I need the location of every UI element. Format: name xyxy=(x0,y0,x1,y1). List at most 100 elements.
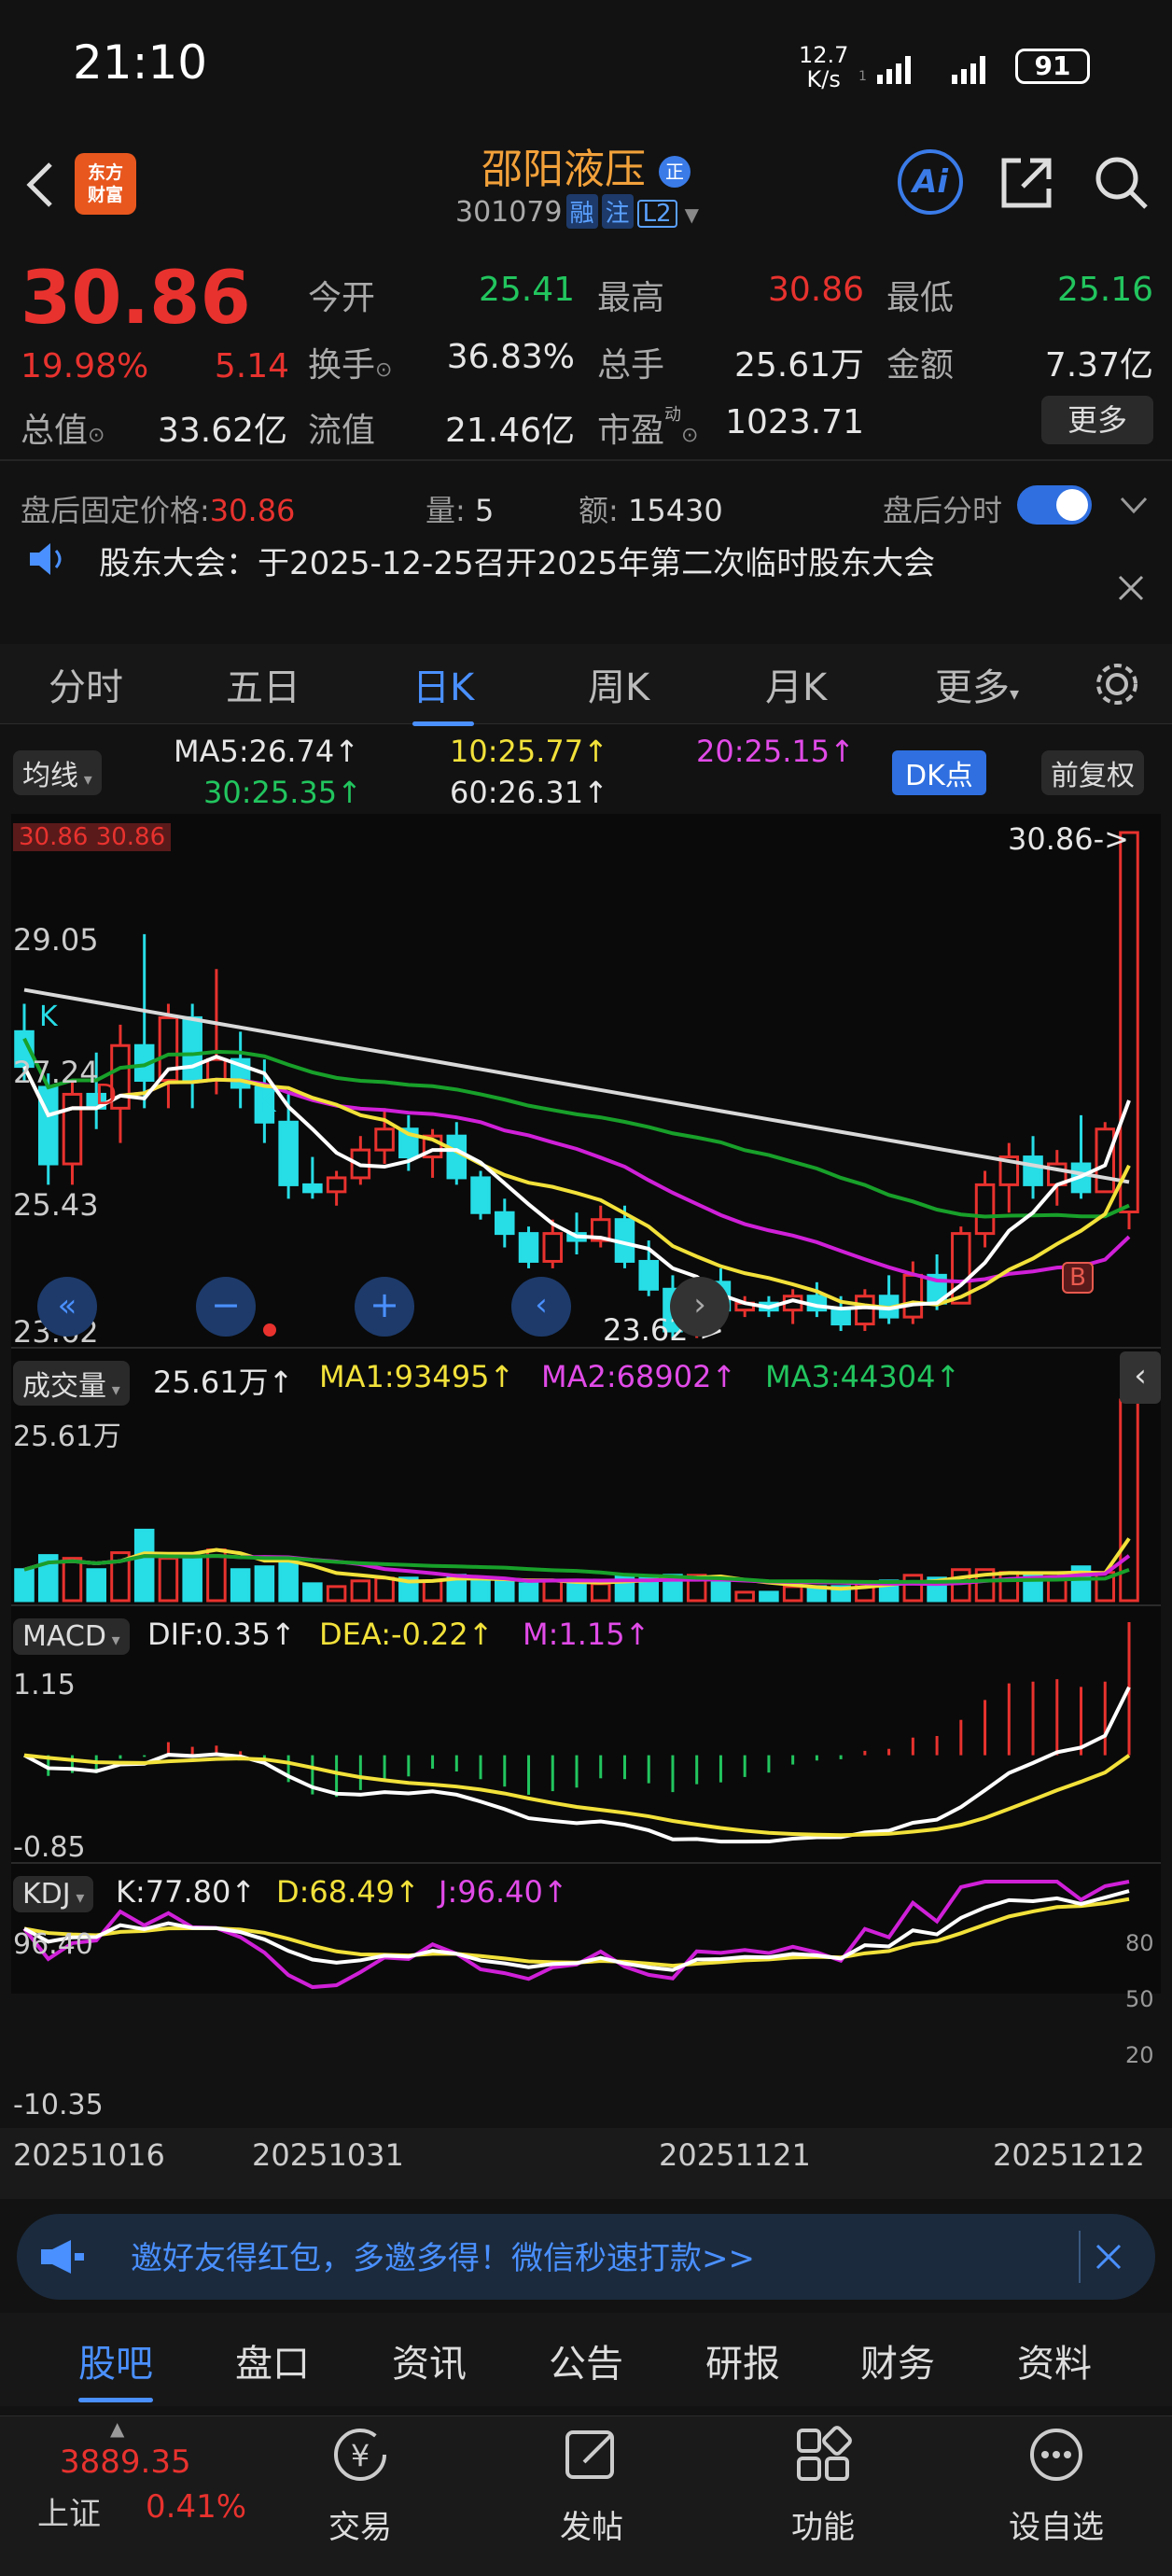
kdj-j: J:96.40↑ xyxy=(439,1874,568,1910)
megaphone-icon xyxy=(41,2240,84,2274)
zoom-out-icon[interactable]: − xyxy=(196,1277,256,1337)
notice-text[interactable]: 股东大会：于2025-12-25召开2025年第二次临时股东大会 xyxy=(99,538,935,583)
stock-name: 邵阳液压 xyxy=(481,146,646,193)
macd-selector[interactable]: MACD ▾ xyxy=(13,1618,130,1655)
tab-research[interactable]: 研报 xyxy=(705,2333,780,2387)
settings-gear-icon[interactable] xyxy=(1092,659,1142,709)
tab-weekly-k[interactable]: 周K xyxy=(588,657,649,711)
volume-bar xyxy=(230,1568,251,1603)
after-hours-price-label: 盘后固定价格: xyxy=(21,493,210,528)
tab-timeshare[interactable]: 分时 xyxy=(49,657,123,711)
functions-button[interactable]: 功能 xyxy=(748,2501,898,2547)
amount-value: 7.37亿 xyxy=(1044,346,1153,385)
kdj-selector[interactable]: KDJ ▾ xyxy=(13,1876,94,1912)
yen-circle-icon[interactable]: ¥ xyxy=(330,2425,390,2485)
tab-forum[interactable]: 股吧 xyxy=(78,2333,153,2402)
tab-orderbook[interactable]: 盘口 xyxy=(235,2333,310,2387)
price-label-3: 25.43 xyxy=(13,1187,99,1223)
scroll-left-fast-icon[interactable]: « xyxy=(37,1277,97,1337)
note-tag: 注 xyxy=(601,194,634,229)
caret-up-icon: ▲ xyxy=(110,2417,125,2440)
kdj-axis-bottom: -10.35 xyxy=(13,2089,104,2121)
more-circle-icon[interactable] xyxy=(1026,2425,1086,2485)
margin-tag: 融 xyxy=(565,194,598,229)
volume-bar xyxy=(734,1590,755,1603)
zoom-in-icon[interactable]: + xyxy=(355,1277,414,1337)
info-icon: ⊙ xyxy=(375,358,393,382)
more-button[interactable]: 更多 xyxy=(1041,396,1153,444)
candle-body xyxy=(302,1183,323,1194)
volume-bar xyxy=(278,1557,299,1603)
volume-selector[interactable]: 成交量 ▾ xyxy=(13,1361,130,1406)
svg-text:1: 1 xyxy=(858,69,867,84)
tab-profile[interactable]: 资料 xyxy=(1017,2333,1092,2387)
caret-down-icon: ▾ xyxy=(105,1631,120,1650)
net-speed-unit: K/s xyxy=(806,66,841,92)
total-cap-label: 总值⊙ xyxy=(21,403,105,452)
candle-body xyxy=(855,1295,875,1326)
caret-down-icon: ▾ xyxy=(1010,682,1020,705)
close-icon[interactable] xyxy=(1116,573,1146,603)
tab-daily-k[interactable]: 日K xyxy=(412,657,475,726)
add-watchlist-button[interactable]: 设自选 xyxy=(982,2501,1131,2547)
collapse-panel-icon[interactable]: ‹ xyxy=(1120,1351,1161,1404)
tab-monthly-k[interactable]: 月K xyxy=(765,657,827,711)
kdj-tick-20: 20 xyxy=(1125,2042,1154,2068)
scroll-left-icon[interactable]: ‹ xyxy=(511,1277,571,1337)
caret-down-icon: ▾ xyxy=(70,1888,85,1908)
notification-dot xyxy=(263,1323,276,1337)
turnover-label-text: 换手 xyxy=(308,346,376,385)
network-speed: 12.7 K/s xyxy=(799,43,848,91)
speaker-icon xyxy=(30,543,62,575)
open-value: 25.41 xyxy=(478,271,575,309)
kline-chart[interactable] xyxy=(0,728,1172,2193)
volume-bar xyxy=(518,1582,539,1603)
tab-financials[interactable]: 财务 xyxy=(860,2333,935,2387)
volume-bar xyxy=(254,1565,275,1603)
chevron-down-icon[interactable] xyxy=(1118,489,1150,521)
trade-button[interactable]: 交易 xyxy=(286,2501,435,2547)
volume-bar xyxy=(326,1585,347,1603)
search-icon[interactable] xyxy=(1092,153,1151,213)
volume-bar xyxy=(302,1582,323,1603)
after-hours-toggle[interactable] xyxy=(1017,485,1092,525)
stock-code-row[interactable]: 301079 融注 L2 ▼ xyxy=(455,194,699,229)
tab-five-day[interactable]: 五日 xyxy=(226,657,300,711)
turnover-label: 换手⊙ xyxy=(308,338,392,386)
tab-news[interactable]: 资讯 xyxy=(392,2333,467,2387)
name-badge: 正 xyxy=(659,156,691,188)
grid-icon[interactable] xyxy=(793,2425,853,2485)
candle-body xyxy=(62,1092,83,1166)
volume-bar xyxy=(782,1585,803,1603)
index-change: 0.41% xyxy=(146,2488,247,2526)
scroll-right-icon[interactable]: › xyxy=(670,1277,730,1337)
info-icon: ⊙ xyxy=(681,424,699,447)
kdj-selector-label: KDJ xyxy=(22,1878,71,1911)
net-speed-value: 12.7 xyxy=(799,42,849,68)
volume-bar xyxy=(759,1590,779,1603)
post-button[interactable]: 发帖 xyxy=(517,2501,666,2547)
ai-button[interactable]: Ai xyxy=(898,149,963,215)
after-hours-volume-value: 5 xyxy=(474,493,495,528)
volume-bar xyxy=(14,1568,35,1603)
banner-text[interactable]: 邀好友得红包，多邀多得！微信秒速打款>> xyxy=(131,2233,755,2278)
svg-text:¥: ¥ xyxy=(351,2438,370,2473)
volume-bar xyxy=(422,1579,443,1603)
tab-announcements[interactable]: 公告 xyxy=(549,2333,623,2387)
edit-icon[interactable] xyxy=(562,2425,621,2485)
kdj-axis-top: 96.40 xyxy=(13,1928,93,1961)
tab-more[interactable]: 更多▾ xyxy=(935,657,1019,711)
close-icon[interactable] xyxy=(1094,2242,1123,2272)
price-top-label: 30.86 xyxy=(19,823,89,851)
macd-selector-label: MACD xyxy=(22,1620,106,1653)
high-marker: 30.86-> xyxy=(1008,821,1129,857)
current-price: 30.86 xyxy=(21,257,251,341)
b-marker: B xyxy=(1062,1262,1094,1294)
total-cap-value: 33.62亿 xyxy=(157,412,287,450)
volume-bar xyxy=(542,1579,564,1603)
macd-m: M:1.15↑ xyxy=(523,1617,650,1652)
share-icon[interactable] xyxy=(997,153,1056,213)
volume-bar xyxy=(470,1579,491,1603)
kdj-k: K:77.80↑ xyxy=(116,1874,257,1910)
index-value[interactable]: 3889.35 xyxy=(60,2443,191,2481)
